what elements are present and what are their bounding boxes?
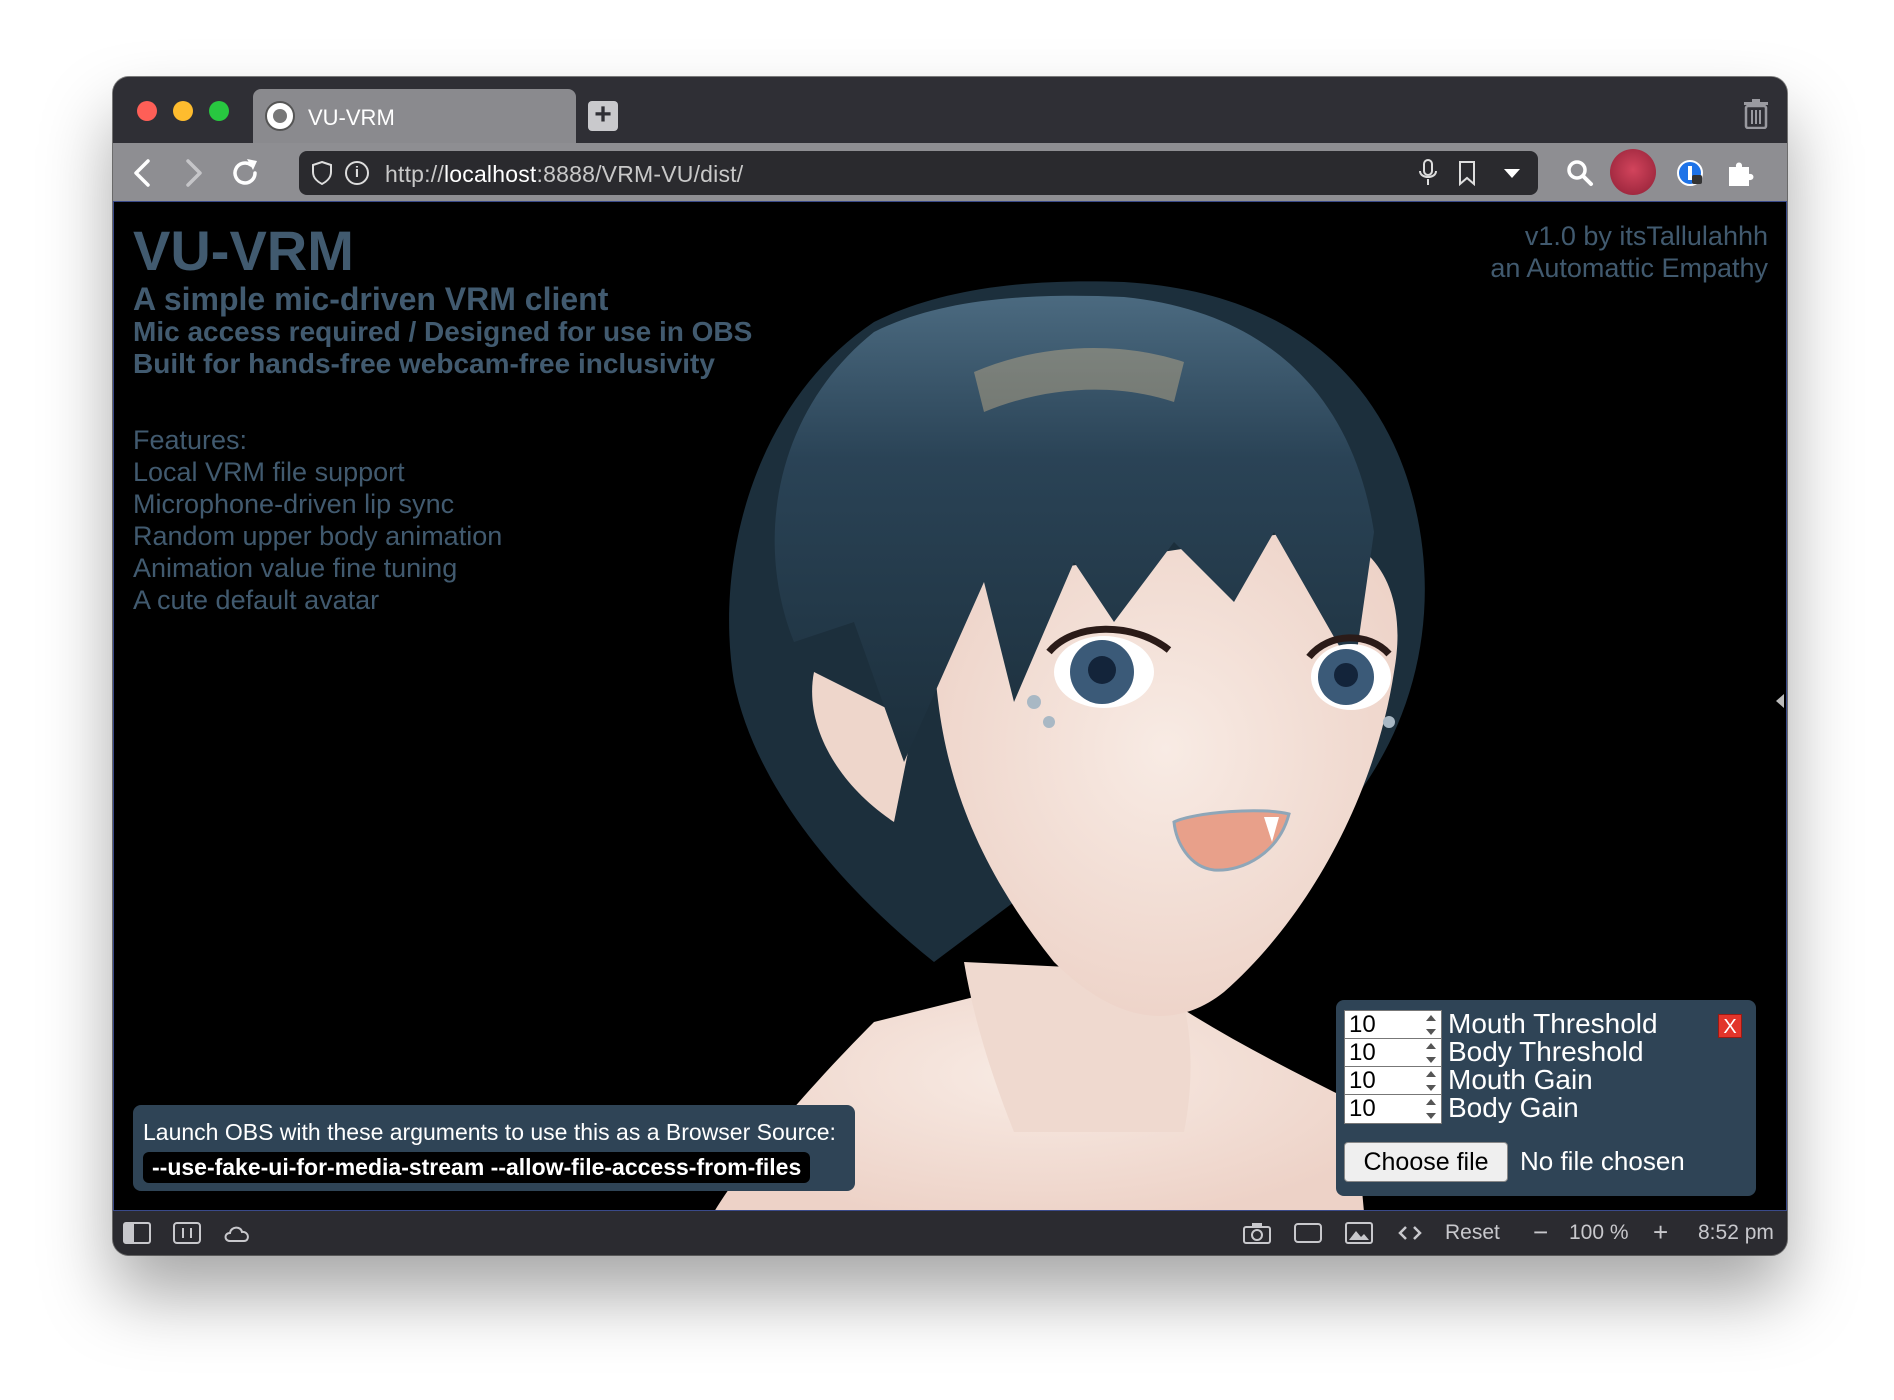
back-arrow-icon[interactable] bbox=[123, 153, 163, 193]
avatar-left-pupil bbox=[1088, 656, 1116, 684]
features-heading: Features: bbox=[133, 425, 248, 455]
microphone-icon[interactable] bbox=[1418, 159, 1438, 187]
zoom-in-button[interactable]: + bbox=[1653, 1217, 1668, 1248]
url-text[interactable]: http://localhost:8888/VRM-VU/dist/ bbox=[385, 161, 743, 188]
mouth-gain-input[interactable]: 10 bbox=[1344, 1066, 1442, 1096]
browser-window: VU-VRM + i http://localhost:8888/VRM-VU/… bbox=[113, 77, 1787, 1255]
window-icon[interactable] bbox=[1294, 1221, 1322, 1245]
reload-icon[interactable] bbox=[225, 153, 265, 193]
trash-icon[interactable] bbox=[1743, 99, 1769, 130]
settings-panel: 10 Mouth Threshold 10 Body Threshold 10 … bbox=[1336, 1000, 1756, 1196]
body-gain-value: 10 bbox=[1349, 1095, 1376, 1122]
navigation-bar: i http://localhost:8888/VRM-VU/dist/ bbox=[113, 143, 1787, 201]
url-scheme: http:// bbox=[385, 161, 444, 187]
maximize-window-button[interactable] bbox=[209, 101, 229, 121]
feature-item: Random upper body animation bbox=[133, 521, 503, 551]
spinner-arrows-icon[interactable] bbox=[1425, 1098, 1437, 1120]
sidebar-toggle-icon[interactable] bbox=[1776, 694, 1784, 708]
requirements-line: Mic access required / Designed for use i… bbox=[133, 316, 753, 347]
body-threshold-value: 10 bbox=[1349, 1039, 1376, 1066]
page-content: VU-VRM A simple mic-driven VRM client Mi… bbox=[113, 201, 1787, 1211]
page-title: VU-VRM bbox=[133, 219, 354, 282]
site-favicon-icon bbox=[265, 101, 295, 131]
password-manager-icon[interactable] bbox=[1670, 153, 1710, 193]
obs-instructions-panel: Launch OBS with these arguments to use t… bbox=[133, 1105, 855, 1191]
tab-strip: VU-VRM + bbox=[113, 77, 1787, 143]
tab-tiling-icon[interactable] bbox=[173, 1221, 201, 1245]
address-bar[interactable]: i http://localhost:8888/VRM-VU/dist/ bbox=[299, 151, 1538, 195]
inclusivity-line: Built for hands-free webcam-free inclusi… bbox=[133, 348, 715, 379]
page-header: VU-VRM A simple mic-driven VRM client Mi… bbox=[133, 220, 752, 380]
panel-toggle-icon[interactable] bbox=[123, 1221, 151, 1245]
code-icon[interactable] bbox=[1396, 1221, 1424, 1245]
profile-avatar[interactable] bbox=[1610, 149, 1656, 195]
image-icon[interactable] bbox=[1345, 1221, 1373, 1245]
file-status-text: No file chosen bbox=[1520, 1146, 1685, 1176]
site-info-icon[interactable]: i bbox=[345, 161, 369, 185]
obs-instruction-text: Launch OBS with these arguments to use t… bbox=[143, 1119, 836, 1145]
mouth-gain-value: 10 bbox=[1349, 1067, 1376, 1094]
zoom-level: 100 % bbox=[1569, 1221, 1629, 1244]
search-icon[interactable] bbox=[1560, 153, 1600, 193]
zoom-out-button[interactable]: − bbox=[1533, 1217, 1548, 1248]
feature-item: Microphone-driven lip sync bbox=[133, 489, 455, 519]
organization-credit: an Automattic Empathy bbox=[1490, 253, 1768, 283]
url-path: :8888/VRM-VU/dist/ bbox=[536, 161, 744, 187]
new-tab-button[interactable]: + bbox=[588, 100, 618, 131]
clock-time: 8:52 pm bbox=[1698, 1221, 1774, 1244]
shield-icon[interactable] bbox=[311, 160, 333, 186]
body-threshold-input[interactable]: 10 bbox=[1344, 1038, 1442, 1068]
close-panel-button[interactable]: X bbox=[1718, 1014, 1742, 1038]
avatar-face-dot bbox=[1383, 716, 1395, 728]
status-bar: Reset − 100 % + 8:52 pm bbox=[113, 1211, 1787, 1255]
cloud-sync-icon[interactable] bbox=[223, 1221, 251, 1245]
tab-title: VU-VRM bbox=[308, 105, 395, 130]
spinner-arrows-icon[interactable] bbox=[1425, 1014, 1437, 1036]
mouth-threshold-value: 10 bbox=[1349, 1011, 1376, 1038]
chevron-down-icon[interactable] bbox=[1504, 169, 1520, 178]
mouth-threshold-input[interactable]: 10 bbox=[1344, 1010, 1442, 1040]
feature-item: Animation value fine tuning bbox=[133, 553, 458, 583]
credits: v1.0 by itsTallulahhh an Automattic Empa… bbox=[1490, 220, 1768, 284]
body-gain-label: Body Gain bbox=[1448, 1092, 1579, 1123]
close-window-button[interactable] bbox=[137, 101, 157, 121]
avatar-right-pupil bbox=[1334, 663, 1358, 687]
minimize-window-button[interactable] bbox=[173, 101, 193, 121]
features-list: Features: Local VRM file support Microph… bbox=[133, 424, 502, 616]
version-credit: v1.0 by itsTallulahhh bbox=[1524, 221, 1768, 251]
feature-item: A cute default avatar bbox=[133, 585, 380, 615]
page-subtitle: A simple mic-driven VRM client bbox=[133, 281, 609, 317]
camera-icon[interactable] bbox=[1243, 1221, 1271, 1245]
forward-arrow-icon[interactable] bbox=[173, 153, 213, 193]
url-host: localhost bbox=[443, 161, 537, 187]
body-gain-input[interactable]: 10 bbox=[1344, 1094, 1442, 1124]
zoom-reset-button[interactable]: Reset bbox=[1445, 1221, 1500, 1245]
extensions-puzzle-icon[interactable] bbox=[1720, 153, 1760, 193]
spinner-arrows-icon[interactable] bbox=[1425, 1042, 1437, 1064]
spinner-arrows-icon[interactable] bbox=[1425, 1070, 1437, 1092]
avatar-face-dot bbox=[1027, 695, 1041, 709]
avatar-face-dot bbox=[1043, 716, 1055, 728]
tab-vu-vrm[interactable]: VU-VRM bbox=[253, 89, 576, 143]
bookmark-icon[interactable] bbox=[1458, 160, 1476, 187]
obs-arguments-code: --use-fake-ui-for-media-stream --allow-f… bbox=[143, 1152, 811, 1183]
choose-file-button[interactable]: Choose file bbox=[1344, 1142, 1508, 1182]
feature-item: Local VRM file support bbox=[133, 457, 405, 487]
